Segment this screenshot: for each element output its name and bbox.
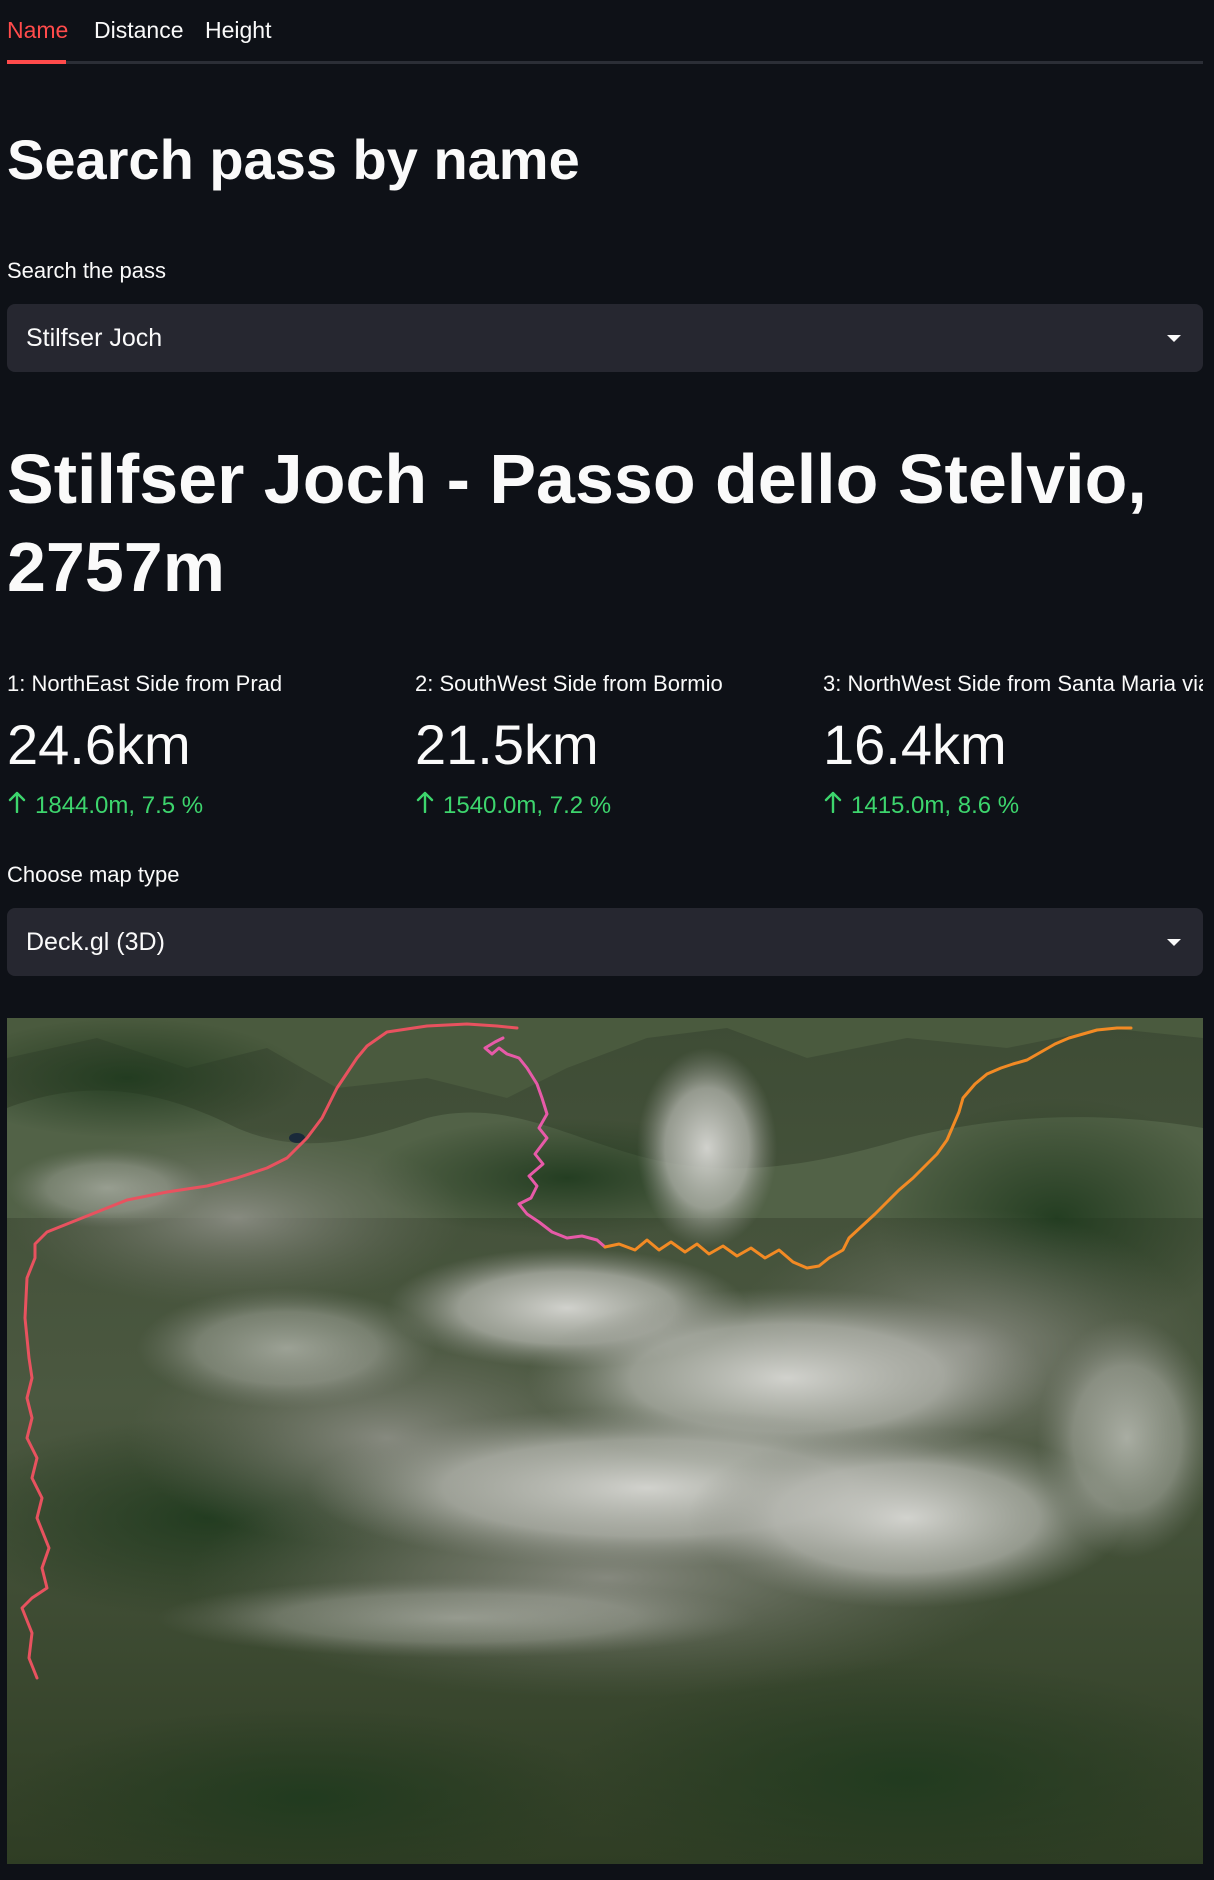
metric-delta-text: 1415.0m, 8.6 % xyxy=(851,792,1020,819)
map-type-select[interactable]: Deck.gl (3D) xyxy=(7,908,1203,976)
tab-name[interactable]: Name xyxy=(7,14,68,50)
chevron-down-icon xyxy=(1167,335,1181,342)
metric-value: 16.4km xyxy=(823,713,1007,776)
chevron-down-icon xyxy=(1167,939,1181,946)
deckgl-3d-map[interactable] xyxy=(7,1018,1203,1864)
map-type-select-value: Deck.gl (3D) xyxy=(26,928,165,956)
snow-field xyxy=(637,1048,777,1248)
tab-height[interactable]: Height xyxy=(205,14,271,50)
metric-delta: 1844.0m, 7.5 % xyxy=(7,790,203,822)
app-page: Name Distance Height Search pass by name… xyxy=(0,0,1214,1880)
metric-delta-text: 1844.0m, 7.5 % xyxy=(35,792,204,819)
search-label: Search the pass xyxy=(7,258,166,283)
metric-value: 24.6km xyxy=(7,713,191,776)
metric-delta-text: 1540.0m, 7.2 % xyxy=(443,792,612,819)
metric-route-2: 2: SouthWest Side from Bormio 21.5km 154… xyxy=(415,668,815,828)
search-select[interactable]: Stilfser Joch xyxy=(7,304,1203,372)
tab-distance[interactable]: Distance xyxy=(94,14,183,50)
arrow-up-icon xyxy=(7,790,35,822)
pass-title: Stilfser Joch - Passo dello Stelvio, 275… xyxy=(7,440,1147,606)
snow-field xyxy=(137,1288,437,1408)
metric-label: 3: NorthWest Side from Santa Maria via xyxy=(823,671,1203,696)
arrow-up-icon xyxy=(823,790,851,822)
tab-bar: Name Distance Height xyxy=(7,0,1203,64)
metric-route-3: 3: NorthWest Side from Santa Maria via 1… xyxy=(823,668,1203,828)
snow-field xyxy=(157,1578,757,1658)
metric-label: 2: SouthWest Side from Bormio xyxy=(415,671,723,696)
metric-route-1: 1: NorthEast Side from Prad 24.6km 1844.… xyxy=(7,668,407,828)
metric-value: 21.5km xyxy=(415,713,599,776)
active-tab-indicator xyxy=(7,60,66,64)
metric-label: 1: NorthEast Side from Prad xyxy=(7,671,283,696)
page-title: Search pass by name xyxy=(7,128,580,191)
metric-delta: 1540.0m, 7.2 % xyxy=(415,790,611,822)
search-select-value: Stilfser Joch xyxy=(26,324,163,352)
snow-field xyxy=(7,1148,207,1228)
terrain-map-canvas xyxy=(7,1018,1203,1864)
metric-delta: 1415.0m, 8.6 % xyxy=(823,790,1019,822)
map-type-label: Choose map type xyxy=(7,862,180,887)
arrow-up-icon xyxy=(415,790,443,822)
